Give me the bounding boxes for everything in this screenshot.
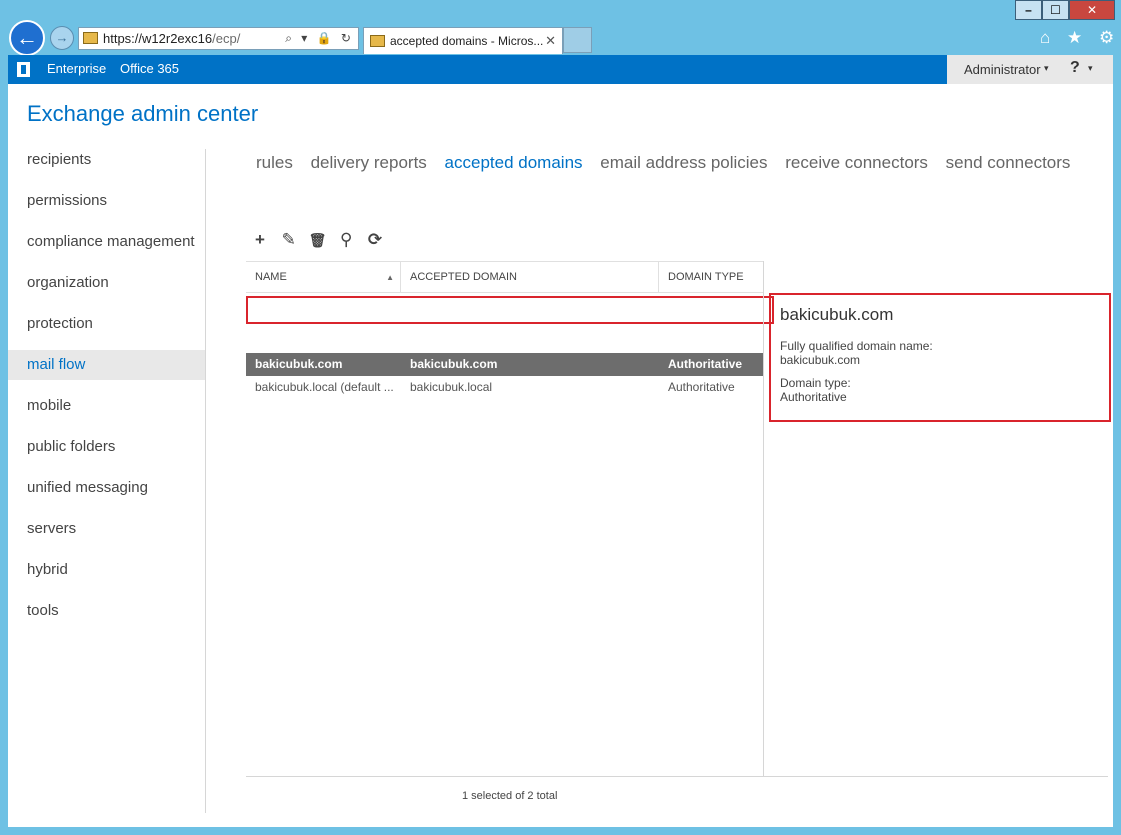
table-row[interactable]: bakicubuk.local (default ... bakicubuk.l…: [246, 376, 764, 399]
tab-accepted-domains[interactable]: accepted domains: [445, 153, 583, 172]
nav-item-organization[interactable]: organization: [8, 268, 206, 298]
status-text: 1 selected of 2 total: [462, 790, 558, 802]
table-header: NAME ▲ ACCEPTED DOMAIN DOMAIN TYPE: [246, 261, 764, 293]
address-bar[interactable]: https://w12r2exc16/ecp/ ⌕ ▾ 🔒 ↻: [78, 27, 359, 50]
fqdn-value: bakicubuk.com: [780, 353, 861, 367]
page-title: Exchange admin center: [27, 101, 259, 126]
details-title: bakicubuk.com: [780, 305, 894, 324]
nav-item-tools[interactable]: tools: [8, 596, 206, 626]
minimize-button[interactable]: –: [1015, 0, 1042, 20]
table-bottom-border: [246, 776, 1108, 777]
tab-receive-connectors[interactable]: receive connectors: [785, 153, 928, 172]
domain-type-label: Domain type:: [780, 376, 851, 390]
delete-icon[interactable]: 🗑: [305, 232, 329, 249]
exchange-admin-center: Enterprise Office 365 Administrator ▾ ? …: [8, 55, 1113, 827]
nav-item-permissions[interactable]: permissions: [8, 186, 206, 216]
tab-rules[interactable]: rules: [256, 153, 293, 172]
fqdn-label: Fully qualified domain name:: [780, 339, 933, 353]
nav-item-servers[interactable]: servers: [8, 514, 206, 544]
help-caret-icon[interactable]: ▾: [1088, 63, 1093, 74]
user-menu[interactable]: Administrator: [964, 62, 1041, 77]
browser-chrome: ← → https://w12r2exc16/ecp/ ⌕ ▾ 🔒 ↻ acce…: [0, 0, 1121, 56]
maximize-button[interactable]: ☐: [1042, 0, 1069, 20]
cell-accepted-domain: bakicubuk.com: [410, 357, 498, 371]
back-button[interactable]: ←: [9, 20, 45, 56]
nav-item-protection[interactable]: protection: [8, 309, 206, 339]
nav-item-public-folders[interactable]: public folders: [8, 432, 206, 462]
nav-item-mobile[interactable]: mobile: [8, 391, 206, 421]
tab-email-address-policies[interactable]: email address policies: [600, 153, 767, 172]
domain-type-value: Authoritative: [780, 390, 847, 404]
selection-highlight-box: [246, 296, 774, 324]
nav-item-hybrid[interactable]: hybrid: [8, 555, 206, 585]
nav-item-compliance-management[interactable]: compliance management: [8, 227, 206, 257]
sub-nav: rules delivery reports accepted domains …: [256, 153, 1083, 173]
cell-accepted-domain: bakicubuk.local: [410, 380, 493, 394]
column-header-domain-type[interactable]: DOMAIN TYPE: [659, 262, 764, 293]
office-logo-icon[interactable]: [17, 62, 30, 77]
column-header-label: NAME: [255, 271, 287, 283]
details-pane: bakicubuk.com Fully qualified domain nam…: [769, 293, 1111, 422]
browser-tools-icons[interactable]: ⌂ ★ ⚙: [1040, 28, 1120, 48]
cell-domain-type: Authoritative: [668, 357, 743, 371]
tab-delivery-reports[interactable]: delivery reports: [311, 153, 427, 172]
nav-item-mail-flow[interactable]: mail flow: [8, 350, 206, 380]
user-area: Administrator ▾ ? ▾: [947, 55, 1113, 84]
tab-send-connectors[interactable]: send connectors: [946, 153, 1071, 172]
details-divider: [763, 261, 764, 777]
nav-divider: [205, 149, 206, 813]
cell-name: bakicubuk.com: [255, 357, 343, 371]
forward-button[interactable]: →: [50, 26, 74, 50]
url-host: https://w12r2exc16: [103, 31, 213, 46]
address-bar-icons[interactable]: ⌕ ▾ 🔒 ↻: [285, 28, 354, 49]
browser-tab-active[interactable]: accepted domains - Micros... ✕: [363, 27, 563, 54]
search-icon[interactable]: ⚲: [334, 230, 358, 250]
sort-ascending-icon[interactable]: ▲: [386, 262, 394, 293]
url-path: /ecp/: [212, 31, 241, 46]
cell-domain-type: Authoritative: [668, 380, 735, 394]
nav-office365[interactable]: Office 365: [120, 61, 179, 76]
nav-enterprise[interactable]: Enterprise: [47, 61, 106, 76]
column-header-name[interactable]: NAME ▲: [246, 262, 401, 293]
tab-title: accepted domains - Micros...: [390, 34, 544, 48]
toolbar: + ✎ 🗑 ⚲ ⟳: [248, 230, 387, 252]
refresh-icon[interactable]: ⟳: [363, 230, 387, 250]
edit-icon[interactable]: ✎: [277, 230, 301, 250]
add-icon[interactable]: +: [248, 230, 272, 250]
user-menu-caret-icon[interactable]: ▾: [1044, 63, 1049, 74]
table-row[interactable]: bakicubuk.com bakicubuk.com Authoritativ…: [246, 353, 764, 376]
close-window-button[interactable]: ✕: [1069, 0, 1115, 20]
tab-favicon-icon: [370, 35, 385, 47]
column-header-accepted-domain[interactable]: ACCEPTED DOMAIN: [401, 262, 659, 293]
site-favicon-icon: [83, 32, 98, 44]
top-bar: Enterprise Office 365 Administrator ▾ ? …: [8, 55, 1113, 84]
nav-item-recipients[interactable]: recipients: [8, 145, 206, 175]
help-button[interactable]: ?: [1070, 59, 1080, 77]
tab-close-icon[interactable]: ✕: [545, 28, 556, 54]
cell-name: bakicubuk.local (default ...: [255, 380, 394, 394]
new-tab-button[interactable]: [563, 27, 592, 53]
nav-item-unified-messaging[interactable]: unified messaging: [8, 473, 206, 503]
